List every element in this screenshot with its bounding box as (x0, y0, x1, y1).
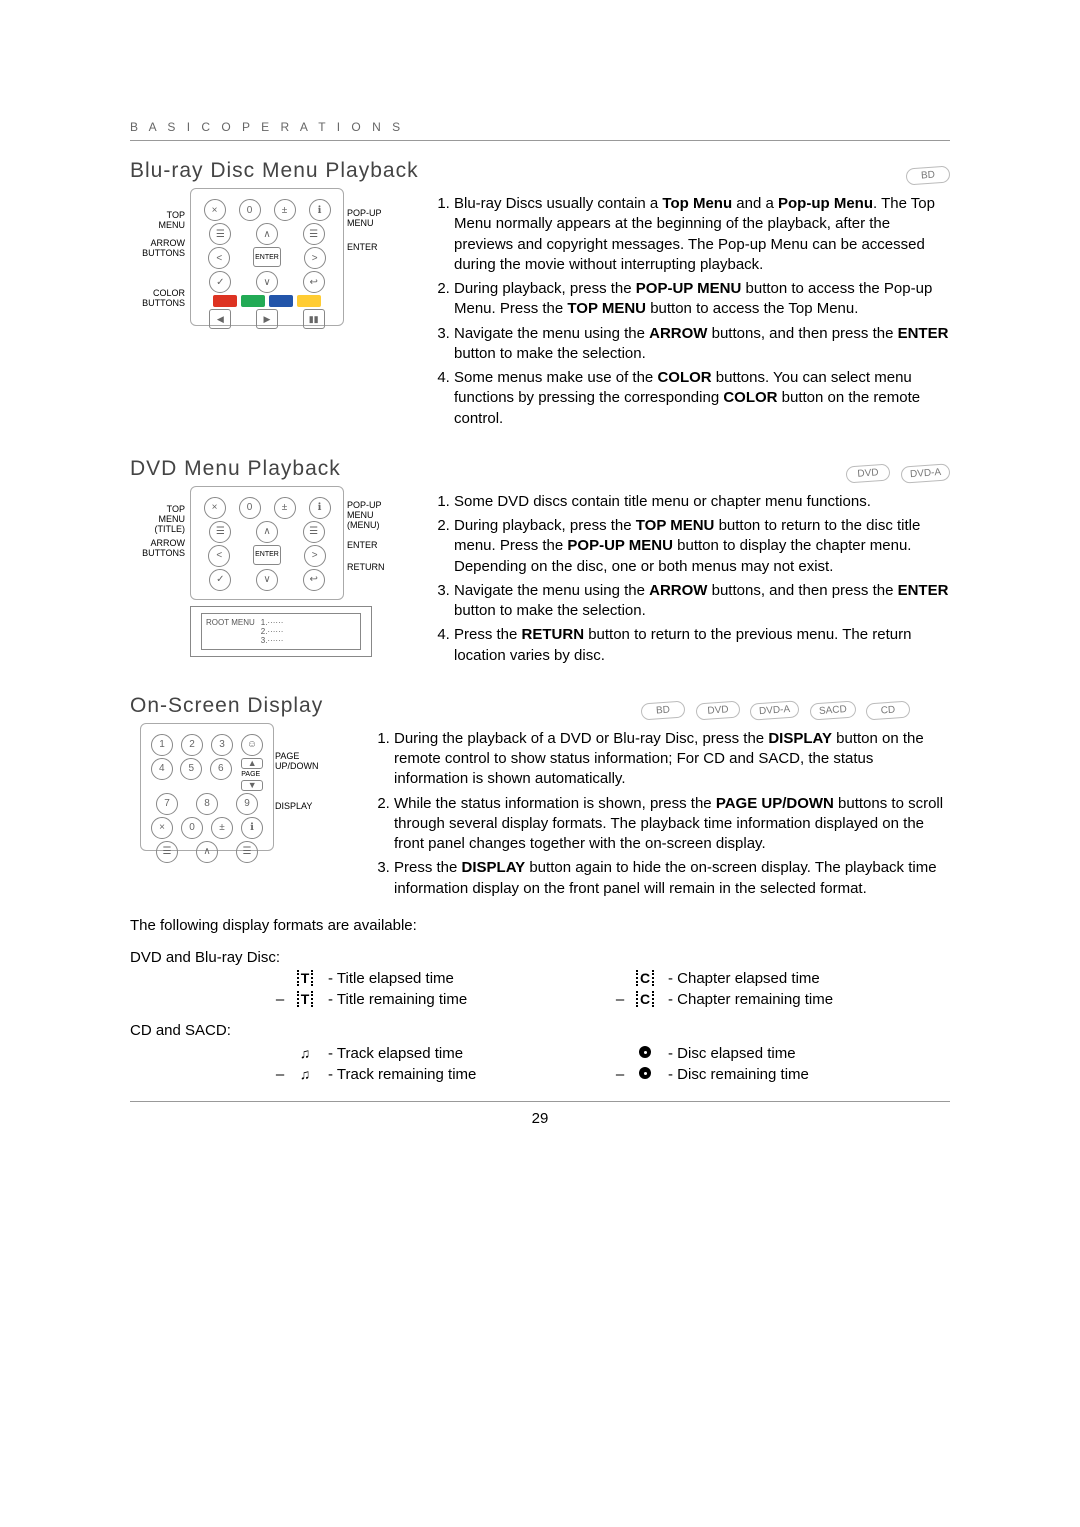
page-up-icon: ▲ (241, 758, 263, 769)
pill-dvd: DVD (846, 463, 891, 483)
pill-osd-bd: BD (641, 700, 686, 720)
title-remaining: - Title remaining time (328, 991, 467, 1008)
arrow-left-icon: < (208, 247, 230, 269)
chapter-icon-2: C (636, 991, 654, 1007)
page-number: 29 (130, 1101, 950, 1127)
osd-step-3: Press the DISPLAY button again to hide t… (394, 858, 950, 899)
disc-icon (639, 1046, 651, 1058)
arrow-right-icon: > (304, 247, 326, 269)
popup-menu-btn: ☰ (303, 223, 325, 245)
cd-sacd-label: CD and SACD: (130, 1022, 950, 1039)
minus-sign: – (270, 991, 290, 1008)
minus-sign: – (270, 1066, 290, 1083)
color-red (213, 295, 237, 307)
title-elapsed: - Title elapsed time (328, 970, 454, 987)
dvd-steps: Some DVD discs contain title menu or cha… (426, 486, 950, 672)
label-arrow-buttons: ARROWBUTTONS (129, 239, 185, 259)
chapter-remaining: - Chapter remaining time (668, 991, 833, 1008)
dvd-diagram: TOPMENU(TITLE) ARROWBUTTONS POP-UPMENU(M… (130, 486, 410, 657)
color-green (241, 295, 265, 307)
chapter-elapsed: - Chapter elapsed time (668, 970, 820, 987)
disc-elapsed: - Disc elapsed time (668, 1045, 796, 1062)
minus-sign: – (610, 991, 630, 1008)
root-menu-label: ROOT MENU (206, 618, 255, 645)
color-yellow (297, 295, 321, 307)
osd-step-2: While the status information is shown, p… (394, 794, 950, 855)
title-icon-2: T (297, 991, 314, 1007)
pill-osd-sacd: SACD (809, 700, 856, 720)
dvd-bd-label: DVD and Blu-ray Disc: (130, 949, 950, 966)
bluray-diagram: TOPMENU ARROWBUTTONS COLORBUTTONS POP-UP… (130, 188, 410, 326)
note-icon-2: ♫ (290, 1066, 320, 1082)
osd-step-1: During the playback of a DVD or Blu-ray … (394, 729, 950, 790)
top-menu-btn: ☰ (209, 223, 231, 245)
return-btn: ↩ (303, 569, 325, 591)
disc-icon-2 (639, 1067, 651, 1079)
label-popup-menu: POP-UPMENU (347, 209, 393, 229)
dvd-step-3: Navigate the menu using the ARROW button… (454, 581, 950, 622)
bluray-step-4: Some menus make use of the COLOR buttons… (454, 368, 950, 429)
pill-dvda: DVD-A (900, 463, 950, 483)
formats-intro: The following display formats are availa… (130, 917, 950, 934)
label-return: RETURN (347, 563, 393, 573)
label-display: DISPLAY (275, 802, 331, 812)
color-blue (269, 295, 293, 307)
label-enter-dvd: ENTER (347, 541, 393, 551)
track-elapsed: - Track elapsed time (328, 1045, 463, 1062)
label-arrow-buttons-dvd: ARROWBUTTONS (129, 539, 185, 559)
arrow-up-icon: ∧ (256, 223, 278, 245)
pill-osd-cd: CD (865, 700, 910, 720)
osd-diagram: PAGEUP/DOWN DISPLAY 123☺ 456 ▲PAGE▼ 789 … (130, 723, 350, 851)
title-icon: T (297, 970, 314, 986)
bluray-step-1: Blu-ray Discs usually contain a Top Menu… (454, 194, 950, 275)
dvd-step-4: Press the RETURN button to return to the… (454, 625, 950, 666)
label-enter: ENTER (347, 243, 393, 253)
root-menu-items: 1.······2.······3.······ (261, 618, 284, 645)
dvd-step-1: Some DVD discs contain title menu or cha… (454, 492, 950, 512)
note-icon: ♫ (290, 1045, 320, 1061)
arrow-down-icon: ∨ (256, 271, 278, 293)
page-down-icon: ▼ (241, 780, 263, 791)
pill-osd-dvda: DVD-A (750, 700, 800, 720)
enter-btn: ENTER (253, 247, 281, 267)
label-top-menu: TOPMENU (129, 211, 185, 231)
root-menu-diagram: ROOT MENU 1.······2.······3.······ (190, 606, 372, 657)
pill-bd: BD (905, 165, 950, 185)
bluray-steps: Blu-ray Discs usually contain a Top Menu… (426, 188, 950, 435)
minus-sign: – (610, 1066, 630, 1083)
label-color-buttons: COLORBUTTONS (129, 289, 185, 309)
chapter-icon: C (636, 970, 654, 986)
label-popup-menu-menu: POP-UPMENU(MENU) (347, 501, 393, 531)
dvd-step-2: During playback, press the TOP MENU butt… (454, 516, 950, 577)
display-btn: ℹ (241, 817, 263, 839)
section-header: B A S I C O P E R A T I O N S (130, 120, 950, 141)
pill-osd-dvd: DVD (695, 700, 740, 720)
disc-remaining: - Disc remaining time (668, 1066, 809, 1083)
track-remaining: - Track remaining time (328, 1066, 476, 1083)
bluray-step-2: During playback, press the POP-UP MENU b… (454, 279, 950, 320)
bluray-step-3: Navigate the menu using the ARROW button… (454, 324, 950, 365)
osd-steps: During the playback of a DVD or Blu-ray … (366, 723, 950, 905)
label-page-updown: PAGEUP/DOWN (275, 752, 331, 772)
label-top-menu-title: TOPMENU(TITLE) (129, 505, 185, 535)
